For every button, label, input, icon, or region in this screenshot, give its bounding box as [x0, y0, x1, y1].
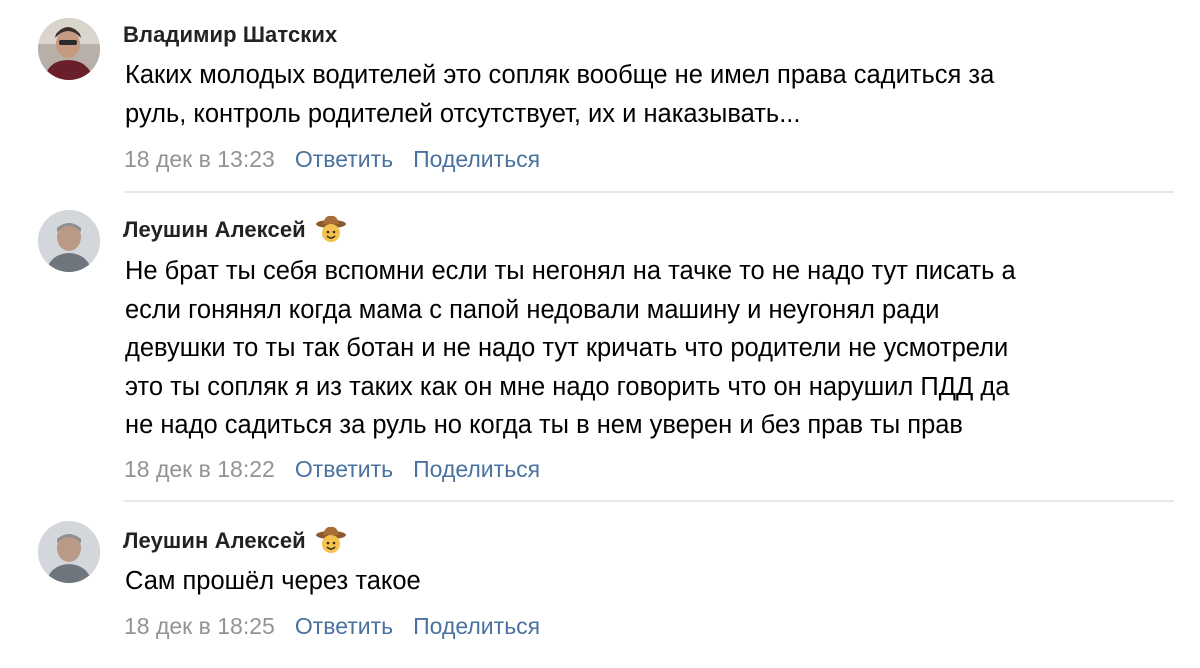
avatar[interactable] — [38, 18, 100, 80]
comment-meta: 18 дек в 13:23 Ответить Поделиться — [124, 144, 540, 174]
comment-text-line: Не брат ты себя вспомни если ты негонял … — [125, 257, 1016, 285]
user-photo-icon — [38, 521, 100, 583]
reply-button[interactable]: Ответить — [295, 613, 393, 640]
comments-feed: Владимир Шатских Каких молодых водителей… — [0, 0, 1200, 668]
share-button[interactable]: Поделиться — [413, 456, 540, 483]
author-row: Леушин Алексей — [123, 215, 348, 245]
avatar[interactable] — [38, 521, 100, 583]
author-row: Леушин Алексей — [123, 526, 348, 556]
comment-text-line: Каких молодых водителей это сопляк вообщ… — [125, 61, 995, 89]
share-button[interactable]: Поделиться — [413, 146, 540, 173]
reply-button[interactable]: Ответить — [295, 146, 393, 173]
comment-text-line: руль, контроль родителей отсутствует, их… — [125, 99, 801, 128]
divider — [124, 500, 1174, 502]
author-name[interactable]: Леушин Алексей — [123, 217, 306, 243]
comment-date[interactable]: 18 дек в 13:23 — [124, 146, 275, 173]
comment-text-line: не надо садиться за руль но когда ты в н… — [125, 411, 963, 439]
author-name[interactable]: Владимир Шатских — [123, 22, 337, 48]
cowboy-hat-emoji-icon — [314, 526, 348, 556]
comment-text: Сам прошёл через такое — [125, 562, 1165, 601]
avatar[interactable] — [38, 210, 100, 272]
comment-date[interactable]: 18 дек в 18:22 — [124, 456, 275, 483]
author-name[interactable]: Леушин Алексей — [123, 528, 306, 554]
user-photo-icon — [38, 18, 100, 80]
divider — [124, 191, 1174, 193]
comment-meta: 18 дек в 18:25 Ответить Поделиться — [124, 611, 540, 641]
comment-text: Каких молодых водителей это сопляк вообщ… — [125, 56, 1165, 133]
user-photo-icon — [38, 210, 100, 272]
comment-text-line: девушки то ты так ботан и не надо тут кр… — [125, 334, 1009, 362]
comment-text-line: Сам прошёл через такое — [125, 567, 421, 595]
author-row: Владимир Шатских — [123, 20, 337, 50]
share-button[interactable]: Поделиться — [413, 613, 540, 640]
comment-date[interactable]: 18 дек в 18:25 — [124, 613, 275, 640]
reply-button[interactable]: Ответить — [295, 456, 393, 483]
comment-text-line: если гонянял когда мама с папой недовали… — [125, 295, 940, 324]
comment-text-line: это ты сопляк я из таких как он мне надо… — [125, 372, 1010, 401]
comment-text: Не брат ты себя вспомни если ты негонял … — [125, 252, 1165, 445]
cowboy-hat-emoji-icon — [314, 215, 348, 245]
comment-meta: 18 дек в 18:22 Ответить Поделиться — [124, 454, 540, 484]
